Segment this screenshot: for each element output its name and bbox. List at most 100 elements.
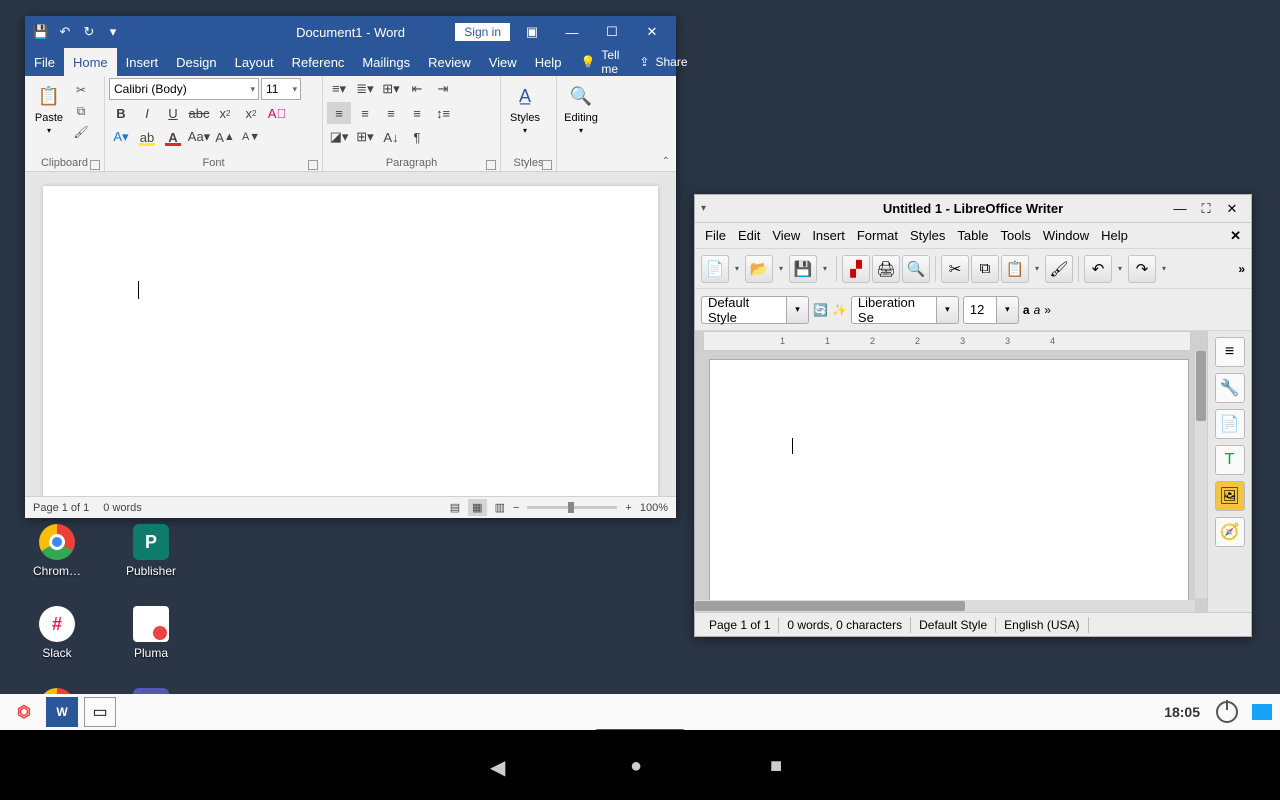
bold-button[interactable]: B: [109, 102, 133, 124]
font-name-combo[interactable]: Liberation Se▾: [851, 296, 959, 324]
zoom-slider[interactable]: [527, 506, 617, 509]
desktop-icon-pluma[interactable]: Pluma: [118, 606, 184, 660]
align-right-button[interactable]: ≡: [379, 102, 403, 124]
tab-home[interactable]: Home: [64, 48, 117, 76]
tab-file[interactable]: File: [25, 48, 64, 76]
maximize-icon[interactable]: ☐: [594, 20, 630, 44]
collapse-ribbon-icon[interactable]: ⌃: [662, 156, 670, 167]
lo-status-lang[interactable]: English (USA): [996, 617, 1088, 633]
line-spacing-button[interactable]: ↕≡: [431, 102, 455, 124]
para-style-combo[interactable]: Default Style▾: [701, 296, 809, 324]
zoom-in-icon[interactable]: +: [625, 502, 631, 514]
copy-icon[interactable]: ⧉: [71, 101, 91, 121]
tell-me-button[interactable]: 💡Tell me: [570, 48, 629, 76]
justify-button[interactable]: ≡: [405, 102, 429, 124]
menu-file[interactable]: File: [705, 228, 726, 243]
clone-format-icon[interactable]: 🖌: [1045, 255, 1073, 283]
new-doc-icon[interactable]: 📄: [701, 255, 729, 283]
signin-button[interactable]: Sign in: [455, 23, 510, 41]
new-style-icon[interactable]: ✨: [832, 303, 847, 317]
font-size-combo[interactable]: 11▾: [261, 78, 301, 100]
dec-indent-button[interactable]: ⇤: [405, 78, 429, 100]
qat-more-icon[interactable]: ▾: [103, 22, 123, 42]
update-style-icon[interactable]: 🔄: [813, 303, 828, 317]
redo-icon[interactable]: ↷: [1128, 255, 1156, 283]
status-words[interactable]: 0 words: [103, 502, 142, 514]
pdf-icon[interactable]: ▞: [842, 255, 870, 283]
toolbar-more-icon[interactable]: »: [1238, 262, 1245, 276]
task-word-icon[interactable]: W: [46, 697, 78, 727]
paste-icon[interactable]: 📋: [1001, 255, 1029, 283]
menu-tools[interactable]: Tools: [1000, 228, 1030, 243]
superscript-button[interactable]: x2: [239, 102, 263, 124]
lo-titlebar[interactable]: ▾ Untitled 1 - LibreOffice Writer — ⛶ ✕: [695, 195, 1251, 223]
formatbar-more-icon[interactable]: »: [1044, 303, 1051, 317]
close-icon[interactable]: ✕: [634, 20, 670, 44]
change-case-button[interactable]: Aa▾: [187, 126, 211, 148]
styles-button[interactable]: A̲ Styles ▾: [505, 78, 545, 155]
lo-close-icon[interactable]: ✕: [1219, 199, 1245, 219]
underline-button[interactable]: U: [161, 102, 185, 124]
tab-review[interactable]: Review: [419, 48, 480, 76]
tab-help[interactable]: Help: [526, 48, 571, 76]
ribbon-display-icon[interactable]: ▣: [514, 20, 550, 44]
cut-icon[interactable]: ✂: [941, 255, 969, 283]
lo-status-style[interactable]: Default Style: [911, 617, 996, 633]
vertical-scrollbar[interactable]: [1195, 351, 1207, 598]
properties-panel-icon[interactable]: 🔧: [1215, 373, 1245, 403]
clock[interactable]: 18:05: [1164, 704, 1200, 720]
save-icon[interactable]: 💾: [789, 255, 817, 283]
editing-button[interactable]: 🔍 Editing ▾: [561, 78, 601, 155]
minimize-icon[interactable]: —: [554, 20, 590, 44]
lo-status-words[interactable]: 0 words, 0 characters: [779, 617, 911, 633]
italic-button[interactable]: a: [1034, 303, 1041, 317]
preview-icon[interactable]: 🔍: [902, 255, 930, 283]
tab-mailings[interactable]: Mailings: [353, 48, 419, 76]
bullets-button[interactable]: ≡▾: [327, 78, 351, 100]
show-desktop-icon[interactable]: [1252, 704, 1272, 720]
show-marks-button[interactable]: ¶: [405, 126, 429, 148]
horizontal-ruler[interactable]: 1122334: [703, 331, 1191, 351]
menu-help[interactable]: Help: [1101, 228, 1128, 243]
share-button[interactable]: ⇪Share: [629, 48, 697, 76]
shrink-font-button[interactable]: A▼: [239, 126, 263, 148]
lo-document-area[interactable]: 1122334: [695, 331, 1207, 612]
numbering-button[interactable]: ≣▾: [353, 78, 377, 100]
paragraph-dialog-icon[interactable]: [486, 160, 496, 170]
page-panel-icon[interactable]: 📄: [1215, 409, 1245, 439]
lo-page[interactable]: [709, 359, 1189, 612]
font-color-button[interactable]: A: [161, 126, 185, 148]
close-document-icon[interactable]: ✕: [1230, 228, 1241, 244]
cut-icon[interactable]: ✂: [71, 80, 91, 100]
clear-format-icon[interactable]: A⃠: [265, 102, 289, 124]
menu-edit[interactable]: Edit: [738, 228, 760, 243]
power-icon[interactable]: [1216, 701, 1238, 723]
desktop-icon-chrome[interactable]: Chrom…: [24, 524, 90, 578]
gallery-panel-icon[interactable]: 🖼: [1215, 481, 1245, 511]
navigator-panel-icon[interactable]: 🧭: [1215, 517, 1245, 547]
zoom-level[interactable]: 100%: [640, 502, 668, 514]
undo-icon[interactable]: ↶: [1084, 255, 1112, 283]
multilevel-button[interactable]: ⊞▾: [379, 78, 403, 100]
window-menu-icon[interactable]: ▾: [701, 203, 706, 214]
redo-icon[interactable]: ↻: [79, 22, 99, 42]
align-left-button[interactable]: ≡: [327, 102, 351, 124]
start-icon[interactable]: ⏣: [8, 697, 40, 727]
align-center-button[interactable]: ≡: [353, 102, 377, 124]
save-icon[interactable]: 💾: [31, 22, 51, 42]
highlight-button[interactable]: ab: [135, 126, 159, 148]
word-document-area[interactable]: [25, 172, 676, 496]
back-icon[interactable]: ◀: [490, 755, 510, 775]
web-layout-icon[interactable]: ▥: [495, 501, 505, 514]
menu-insert[interactable]: Insert: [812, 228, 845, 243]
tab-layout[interactable]: Layout: [226, 48, 283, 76]
text-effects-button[interactable]: A▾: [109, 126, 133, 148]
bold-button[interactable]: a: [1023, 303, 1030, 317]
sort-button[interactable]: A↓: [379, 126, 403, 148]
lo-maximize-icon[interactable]: ⛶: [1193, 199, 1219, 219]
borders-button[interactable]: ⊞▾: [353, 126, 377, 148]
menu-window[interactable]: Window: [1043, 228, 1089, 243]
read-mode-icon[interactable]: ▤: [450, 501, 460, 514]
strike-button[interactable]: abc: [187, 102, 211, 124]
horizontal-scrollbar[interactable]: [695, 600, 1195, 612]
